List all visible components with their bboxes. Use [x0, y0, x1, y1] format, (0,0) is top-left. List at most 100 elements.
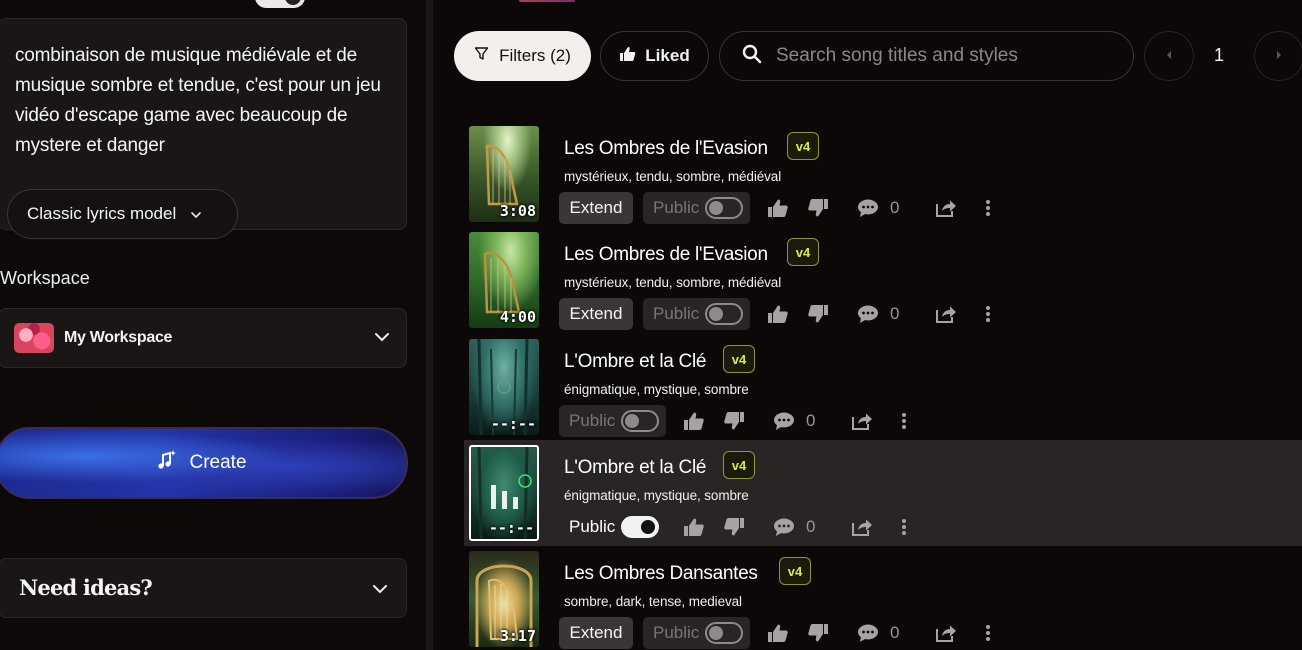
song-actions: Extend Public 0	[559, 192, 996, 224]
instrumental-toggle[interactable]	[255, 0, 305, 8]
workspace-select[interactable]: My Workspace	[0, 308, 407, 368]
public-switch[interactable]	[705, 622, 744, 644]
song-row[interactable]: --:-- L'Ombre et la Clé v4 énigmatique, …	[464, 334, 1302, 440]
song-row[interactable]: 4:00 Les Ombres de l'Evasion v4 mystérie…	[464, 227, 1302, 333]
share-icon[interactable]	[850, 517, 874, 537]
public-label: Public	[653, 198, 700, 217]
more-options-icon[interactable]	[896, 518, 912, 536]
song-description-text[interactable]: combinaison de musique médiévale et de m…	[15, 41, 385, 161]
song-duration: --:--	[488, 519, 534, 537]
public-switch[interactable]	[705, 303, 744, 325]
search-field[interactable]	[719, 31, 1134, 81]
thumbs-down-icon[interactable]	[806, 304, 830, 324]
song-row[interactable]: 3:08 Les Ombres de l'Evasion v4 mystérie…	[464, 121, 1302, 227]
song-cover-image[interactable]: 3:17	[469, 551, 539, 647]
thumbs-up-icon[interactable]	[682, 411, 706, 431]
song-cover-image[interactable]: --:--	[469, 339, 539, 435]
share-icon[interactable]	[934, 623, 958, 643]
comment-count: 0	[806, 517, 816, 536]
workspace-name: My Workspace	[64, 329, 173, 346]
song-style-tags[interactable]: mystérieux, tendu, sombre, médiéval	[564, 169, 781, 184]
liked-button[interactable]: Liked	[600, 31, 709, 81]
page-number: 1	[1214, 45, 1225, 65]
more-options-icon[interactable]	[980, 305, 996, 323]
song-title[interactable]: L'Ombre et la Clé	[564, 457, 706, 479]
public-switch[interactable]	[621, 516, 660, 538]
comment-count: 0	[890, 623, 900, 642]
song-duration: 4:00	[499, 308, 536, 326]
need-ideas-section[interactable]: Need ideas?	[0, 558, 407, 618]
more-options-icon[interactable]	[980, 624, 996, 642]
song-title[interactable]: Les Ombres Dansantes	[564, 563, 758, 585]
search-icon	[742, 44, 762, 69]
thumbs-down-icon[interactable]	[722, 411, 746, 431]
create-button[interactable]: Create	[0, 427, 408, 499]
song-library: Filters (2) Liked 1	[433, 0, 1302, 650]
song-description-box[interactable]: combinaison de musique médiévale et de m…	[0, 18, 407, 239]
model-version-badge: v4	[723, 451, 755, 479]
thumbs-up-icon[interactable]	[766, 623, 790, 643]
workspace-label: Workspace	[0, 268, 90, 288]
comment-count: 0	[890, 198, 900, 217]
need-ideas-title: Need ideas?	[19, 575, 153, 600]
thumbs-up-icon[interactable]	[766, 304, 790, 324]
song-title[interactable]: Les Ombres de l'Evasion	[564, 138, 768, 160]
extend-button[interactable]: Extend	[559, 617, 633, 649]
thumbs-down-icon[interactable]	[806, 198, 830, 218]
music-sparkle-icon	[155, 449, 177, 477]
thumbnail-fragment	[519, 0, 575, 2]
panel-resize-handle[interactable]	[426, 0, 433, 650]
lyrics-model-dropdown[interactable]: Classic lyrics model	[7, 189, 238, 239]
song-cover-image[interactable]: --:--	[469, 445, 539, 541]
extend-button[interactable]: Extend	[559, 298, 633, 330]
song-row-selected[interactable]: --:-- L'Ombre et la Clé v4 énigmatique, …	[464, 440, 1302, 546]
song-actions: Extend Public 0	[559, 617, 996, 649]
song-style-tags[interactable]: mystérieux, tendu, sombre, médiéval	[564, 275, 781, 290]
comment-count: 0	[806, 411, 816, 430]
previous-page-button[interactable]	[1144, 31, 1194, 81]
song-style-tags[interactable]: énigmatique, mystique, sombre	[564, 382, 749, 397]
comment-icon[interactable]	[856, 198, 880, 218]
share-icon[interactable]	[850, 411, 874, 431]
public-toggle[interactable]: Public	[559, 405, 666, 437]
thumbs-down-icon[interactable]	[806, 623, 830, 643]
public-toggle[interactable]: Public	[643, 298, 750, 330]
filters-button[interactable]: Filters (2)	[454, 31, 591, 81]
thumbs-up-icon[interactable]	[682, 517, 706, 537]
search-input[interactable]	[776, 45, 1116, 67]
more-options-icon[interactable]	[896, 412, 912, 430]
comment-icon[interactable]	[772, 517, 796, 537]
liked-label: Liked	[645, 46, 690, 65]
thumbs-down-icon[interactable]	[722, 517, 746, 537]
song-style-tags[interactable]: énigmatique, mystique, sombre	[564, 488, 749, 503]
song-cover-image[interactable]: 3:08	[469, 126, 539, 222]
model-version-badge: v4	[779, 557, 811, 585]
comment-icon[interactable]	[772, 411, 796, 431]
share-icon[interactable]	[934, 304, 958, 324]
create-label: Create	[189, 452, 247, 473]
public-label: Public	[569, 517, 616, 536]
song-title[interactable]: Les Ombres de l'Evasion	[564, 244, 768, 266]
public-switch[interactable]	[705, 197, 744, 219]
public-switch[interactable]	[621, 410, 660, 432]
thumbs-up-icon	[619, 46, 636, 67]
song-row[interactable]: 3:17 Les Ombres Dansantes v4 sombre, dar…	[464, 546, 1302, 650]
public-toggle[interactable]: Public	[559, 511, 666, 543]
public-toggle[interactable]: Public	[643, 192, 750, 224]
comment-icon[interactable]	[856, 304, 880, 324]
share-icon[interactable]	[934, 198, 958, 218]
comment-icon[interactable]	[856, 623, 880, 643]
public-toggle[interactable]: Public	[643, 617, 750, 649]
library-toolbar: Filters (2) Liked 1	[433, 31, 1302, 81]
extend-button[interactable]: Extend	[559, 192, 633, 224]
song-title[interactable]: L'Ombre et la Clé	[564, 351, 706, 373]
next-page-button[interactable]	[1254, 31, 1302, 81]
lyrics-model-label: Classic lyrics model	[27, 204, 177, 223]
song-cover-image[interactable]: 4:00	[469, 232, 539, 328]
more-options-icon[interactable]	[980, 199, 996, 217]
model-version-badge: v4	[787, 132, 819, 160]
thumbs-up-icon[interactable]	[766, 198, 790, 218]
song-style-tags[interactable]: sombre, dark, tense, medieval	[564, 594, 742, 609]
caret-left-icon	[1165, 47, 1173, 65]
playing-indicator-icon	[491, 481, 523, 509]
